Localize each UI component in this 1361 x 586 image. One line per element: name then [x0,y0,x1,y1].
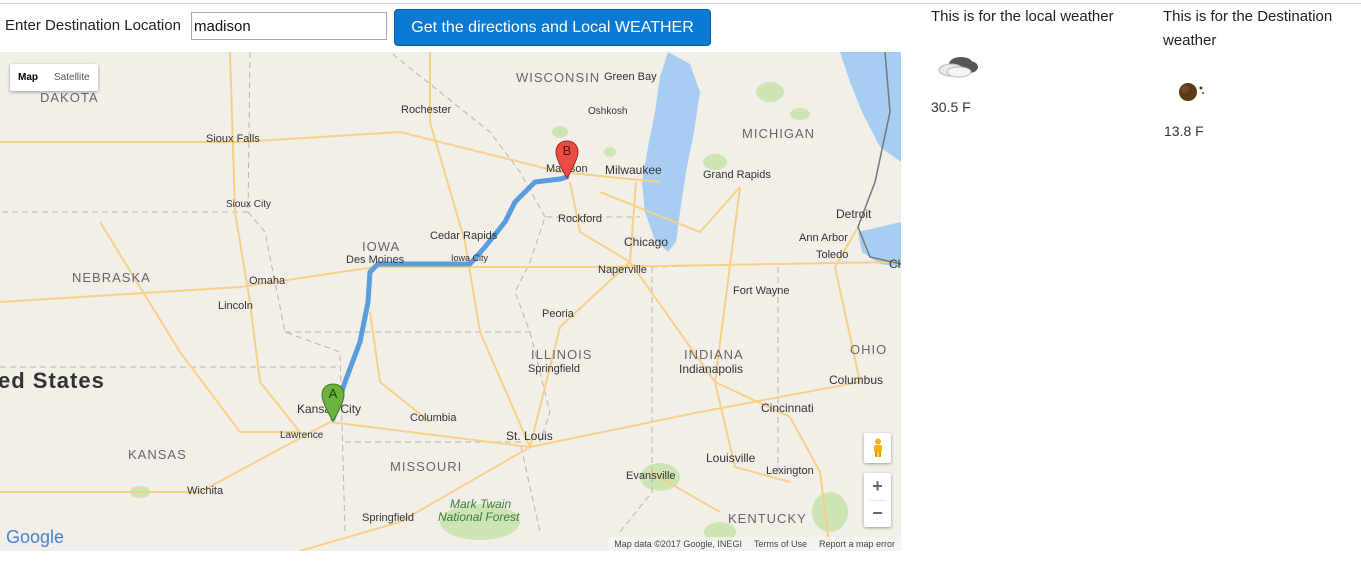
city-label: Cl [889,257,901,271]
city-label: Peoria [542,308,574,320]
city-label: Springfield [362,512,414,524]
city-label: Springfield [528,363,580,375]
city-label: Iowa City [451,253,489,263]
state-label: INDIANA [684,347,744,362]
zoom-out-button[interactable]: − [864,500,891,527]
state-label: DAKOTA [40,90,99,105]
pegman-icon [873,438,882,457]
city-label: Omaha [249,275,286,287]
state-label: IOWA [362,239,401,254]
start-marker[interactable]: A [321,383,345,423]
city-label: Sioux City [226,199,272,210]
map-type-control: Map Satellite [10,64,98,91]
city-label: Lexington [766,465,814,477]
map-labels: WISCONSIN DAKOTA MICHIGAN IOWA NEBRASKA … [0,52,901,551]
start-marker-label: A [328,386,338,401]
city-label: Grand Rapids [703,169,771,181]
city-label: Oshkosh [588,106,628,117]
map-view[interactable]: WISCONSIN DAKOTA MICHIGAN IOWA NEBRASKA … [0,52,901,551]
city-label: Sioux Falls [206,133,260,145]
city-label: Columbus [829,373,884,387]
state-label: NEBRASKA [72,270,151,285]
city-label: Detroit [836,207,872,221]
state-label: KENTUCKY [728,511,807,526]
state-label: KANSAS [128,447,187,462]
state-label: WISCONSIN [516,70,601,85]
end-marker[interactable]: B [555,140,579,180]
city-label: Cincinnati [761,401,814,415]
destination-input[interactable] [191,12,387,40]
get-directions-weather-button[interactable]: Get the directions and Local WEATHER [394,9,711,46]
google-logo[interactable]: Google [6,527,64,548]
city-label: Ann Arbor [799,232,848,244]
city-label: Wichita [187,485,224,497]
city-label: Lincoln [218,300,253,312]
country-label: ed States [0,368,105,393]
city-label: Naperville [598,264,647,276]
city-label: Des Moines [346,254,405,266]
end-marker-label: B [562,143,572,158]
city-label: Toledo [816,249,849,261]
zoom-control: + − [864,473,891,527]
city-label: Rochester [401,104,452,116]
street-view-pegman[interactable] [864,433,891,463]
city-label: Chicago [624,235,669,249]
park-label: Mark Twain [450,497,512,511]
map-attribution: Map data ©2017 Google, INEGI Terms of Us… [608,537,901,551]
map-type-map-button[interactable]: Map [10,64,46,91]
city-label: Indianapolis [679,362,744,376]
city-label: Rockford [558,213,603,225]
city-label: Evansville [626,470,676,482]
city-label: St. Louis [506,429,553,443]
local-weather-heading: This is for the local weather [931,8,1114,25]
city-label: Columbia [410,412,457,424]
park-label: National Forest [438,510,520,524]
city-label: Louisville [706,451,756,465]
map-type-satellite-button[interactable]: Satellite [46,64,98,91]
state-label: ILLINOIS [531,347,593,362]
top-divider [0,3,1361,4]
moon-icon [1175,80,1207,109]
state-label: MICHIGAN [742,126,815,141]
zoom-divider [869,500,886,501]
local-temperature: 30.5 F [931,99,971,115]
destination-label: Enter Destination Location [5,17,181,34]
report-map-error-link[interactable]: Report a map error [819,539,895,549]
terms-of-use-link[interactable]: Terms of Use [754,539,807,549]
city-label: Milwaukee [605,163,662,177]
zoom-in-button[interactable]: + [864,473,891,500]
google-logo-text: Google [6,527,65,547]
destination-weather-heading: This is for the Destination weather [1163,8,1333,49]
city-label: Green Bay [604,71,657,83]
city-label: Fort Wayne [733,285,790,297]
city-label: Lawrence [280,430,324,441]
destination-temperature: 13.8 F [1164,123,1204,139]
state-label: OHIO [850,342,888,357]
state-label: MISSOURI [390,459,463,474]
partly-cloudy-icon [935,52,979,85]
city-label: Cedar Rapids [430,230,498,242]
map-data-credit: Map data ©2017 Google, INEGI [614,539,742,549]
